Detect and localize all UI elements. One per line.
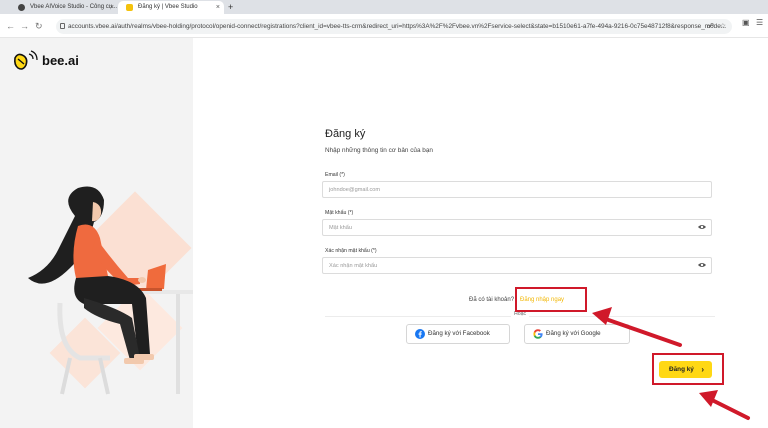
page-subtitle: Nhập những thông tin cơ bản của bạn	[325, 147, 433, 154]
email-field[interactable]: johndoe@gmail.com	[322, 181, 712, 198]
browser-window: Vbee AIVoice Studio - Công cụ... × Đăng …	[0, 0, 768, 428]
password-label: Mật khẩu (*)	[325, 210, 354, 216]
woman-at-laptop-illustration	[28, 186, 193, 395]
page-title: Đăng ký	[325, 128, 366, 140]
back-arrow-icon[interactable]: ←	[6, 19, 15, 33]
tab-title: Đăng ký | Vbee Studio	[138, 4, 198, 10]
close-tab-icon[interactable]: ×	[110, 1, 114, 14]
left-illustration-pane: bee.ai	[0, 38, 193, 428]
close-tab-icon[interactable]: ×	[216, 1, 220, 14]
bookmark-star-icon[interactable]: ☆	[720, 19, 726, 34]
translate-icon[interactable]: ▣	[742, 18, 750, 27]
url-text: accounts.vbee.ai/auth/realms/vbee-holdin…	[68, 23, 727, 30]
tab-favicon-icon	[126, 4, 133, 11]
highlight-box-submit	[652, 353, 724, 385]
vbee-logo: bee.ai	[12, 48, 82, 74]
facebook-icon	[415, 329, 425, 339]
confirm-password-placeholder: Xác nhận mật khẩu	[329, 263, 378, 269]
confirm-password-field[interactable]: Xác nhận mật khẩu	[322, 257, 712, 274]
new-tab-button[interactable]: +	[228, 0, 233, 14]
password-field[interactable]: Mật khẩu	[322, 219, 712, 236]
browser-toolbar: ← → ↻ accounts.vbee.ai/auth/realms/vbee-…	[0, 14, 768, 38]
facebook-button-label: Đăng ký với Facebook	[428, 330, 490, 337]
tab-strip: Vbee AIVoice Studio - Công cụ... × Đăng …	[0, 0, 768, 14]
logo-text: bee.ai	[42, 53, 79, 68]
facebook-signup-button[interactable]: Đăng ký với Facebook	[406, 324, 510, 344]
confirm-password-label: Xác nhận mật khẩu (*)	[325, 248, 377, 254]
extensions-icon[interactable]: ☰	[756, 18, 763, 27]
tab-title: Vbee AIVoice Studio - Công cụ...	[30, 4, 118, 10]
bee-logo-icon	[14, 50, 38, 70]
has-account-text: Đã có tài khoản?	[469, 297, 515, 303]
password-placeholder: Mật khẩu	[329, 225, 353, 231]
highlight-box-login-link	[515, 287, 587, 312]
show-password-eye-icon[interactable]	[698, 224, 706, 230]
email-placeholder: johndoe@gmail.com	[329, 187, 381, 193]
reload-icon[interactable]: ↻	[35, 19, 43, 33]
arrow-to-submit-icon	[699, 390, 750, 420]
google-signup-button[interactable]: Đăng ký với Google	[524, 324, 630, 344]
tab-register[interactable]: Đăng ký | Vbee Studio ×	[118, 1, 224, 14]
show-confirm-password-eye-icon[interactable]	[698, 262, 706, 268]
lock-icon	[60, 23, 65, 29]
google-button-label: Đăng ký với Google	[546, 330, 601, 337]
address-bar[interactable]: accounts.vbee.ai/auth/realms/vbee-holdin…	[56, 19, 732, 34]
tab-vbee-aivoice[interactable]: Vbee AIVoice Studio - Công cụ... ×	[10, 1, 118, 14]
tab-favicon-icon	[18, 4, 25, 11]
email-label: Email (*)	[325, 172, 345, 178]
google-icon	[533, 329, 543, 339]
share-icon[interactable]: ☍	[707, 19, 714, 34]
forward-arrow-icon[interactable]: →	[20, 19, 29, 33]
